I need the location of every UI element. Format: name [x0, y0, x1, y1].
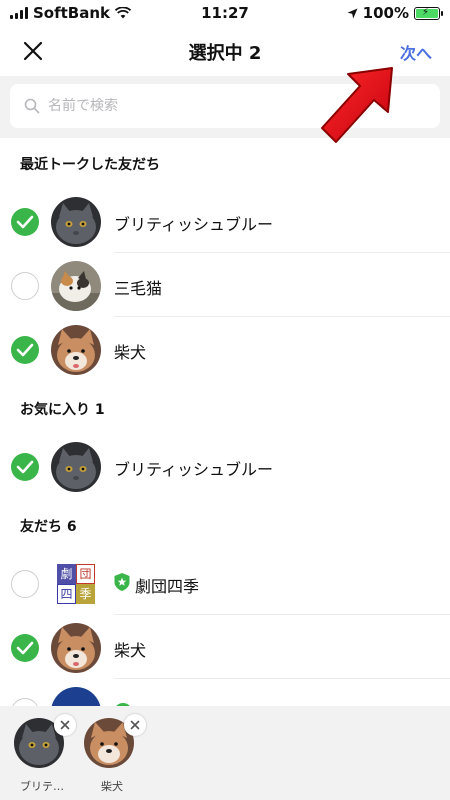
selected-name: 柴犬 — [101, 780, 123, 793]
remove-button[interactable] — [124, 714, 146, 736]
list-item[interactable]: 柴犬 — [0, 317, 450, 381]
avatar-shiba-dog — [51, 623, 101, 673]
annotation-arrow-icon — [321, 67, 393, 143]
section-header-friends: 友だち 6 — [20, 519, 77, 535]
close-icon — [130, 720, 140, 730]
selected-name: ブリテ… — [20, 780, 64, 793]
friend-name: 柴犬 — [114, 343, 147, 362]
section-header-recent: 最近トークした友だち — [20, 157, 160, 173]
checkbox-checked[interactable] — [11, 634, 39, 662]
avatar-shiki-logo: 劇 団 四 季 — [51, 559, 101, 609]
close-icon — [60, 720, 70, 730]
status-right: 100% ⚡ — [347, 4, 443, 22]
page-title: 選択中 2 — [188, 43, 262, 64]
check-icon — [16, 343, 34, 357]
battery-icon: ⚡ — [414, 6, 443, 20]
list-item[interactable]: ブリティッシュブルー — [0, 434, 450, 498]
check-icon — [16, 215, 34, 229]
list-item[interactable]: 三毛猫 — [0, 253, 450, 317]
check-icon — [16, 641, 34, 655]
check-icon — [16, 460, 34, 474]
search-icon — [24, 98, 40, 114]
list-item[interactable]: ブリティッシュブルー — [0, 189, 450, 253]
avatar-gray-cat — [51, 442, 101, 492]
checkbox-checked[interactable] — [11, 453, 39, 481]
battery-percent: 100% — [362, 4, 409, 22]
checkbox-unchecked[interactable] — [11, 570, 39, 598]
avatar-calico-cat — [51, 261, 101, 311]
checkbox-unchecked[interactable] — [11, 272, 39, 300]
avatar-gray-cat — [51, 197, 101, 247]
checkbox-checked[interactable] — [11, 208, 39, 236]
selected-item[interactable]: 柴犬 — [84, 714, 146, 793]
verified-badge-icon — [114, 573, 130, 591]
friend-name: 三毛猫 — [114, 279, 163, 298]
next-button[interactable]: 次へ — [400, 40, 432, 64]
friend-name: ブリティッシュブルー — [114, 460, 274, 479]
list-item[interactable]: 劇 団 四 季 劇団四季 — [0, 551, 450, 615]
avatar-shiba-dog — [51, 325, 101, 375]
friend-name: 柴犬 — [114, 641, 147, 660]
list-item[interactable]: 柴犬 — [0, 615, 450, 679]
selected-item[interactable]: ブリテ… — [14, 714, 76, 793]
friend-name: 劇団四季 — [135, 577, 200, 596]
status-bar: SoftBank 11:27 100% ⚡ — [0, 0, 450, 26]
remove-button[interactable] — [54, 714, 76, 736]
checkbox-checked[interactable] — [11, 336, 39, 364]
section-header-favorites: お気に入り 1 — [20, 402, 105, 418]
location-arrow-icon — [347, 8, 358, 18]
friend-name: ブリティッシュブルー — [114, 215, 274, 234]
selected-tray: ブリテ… 柴犬 — [0, 706, 450, 800]
